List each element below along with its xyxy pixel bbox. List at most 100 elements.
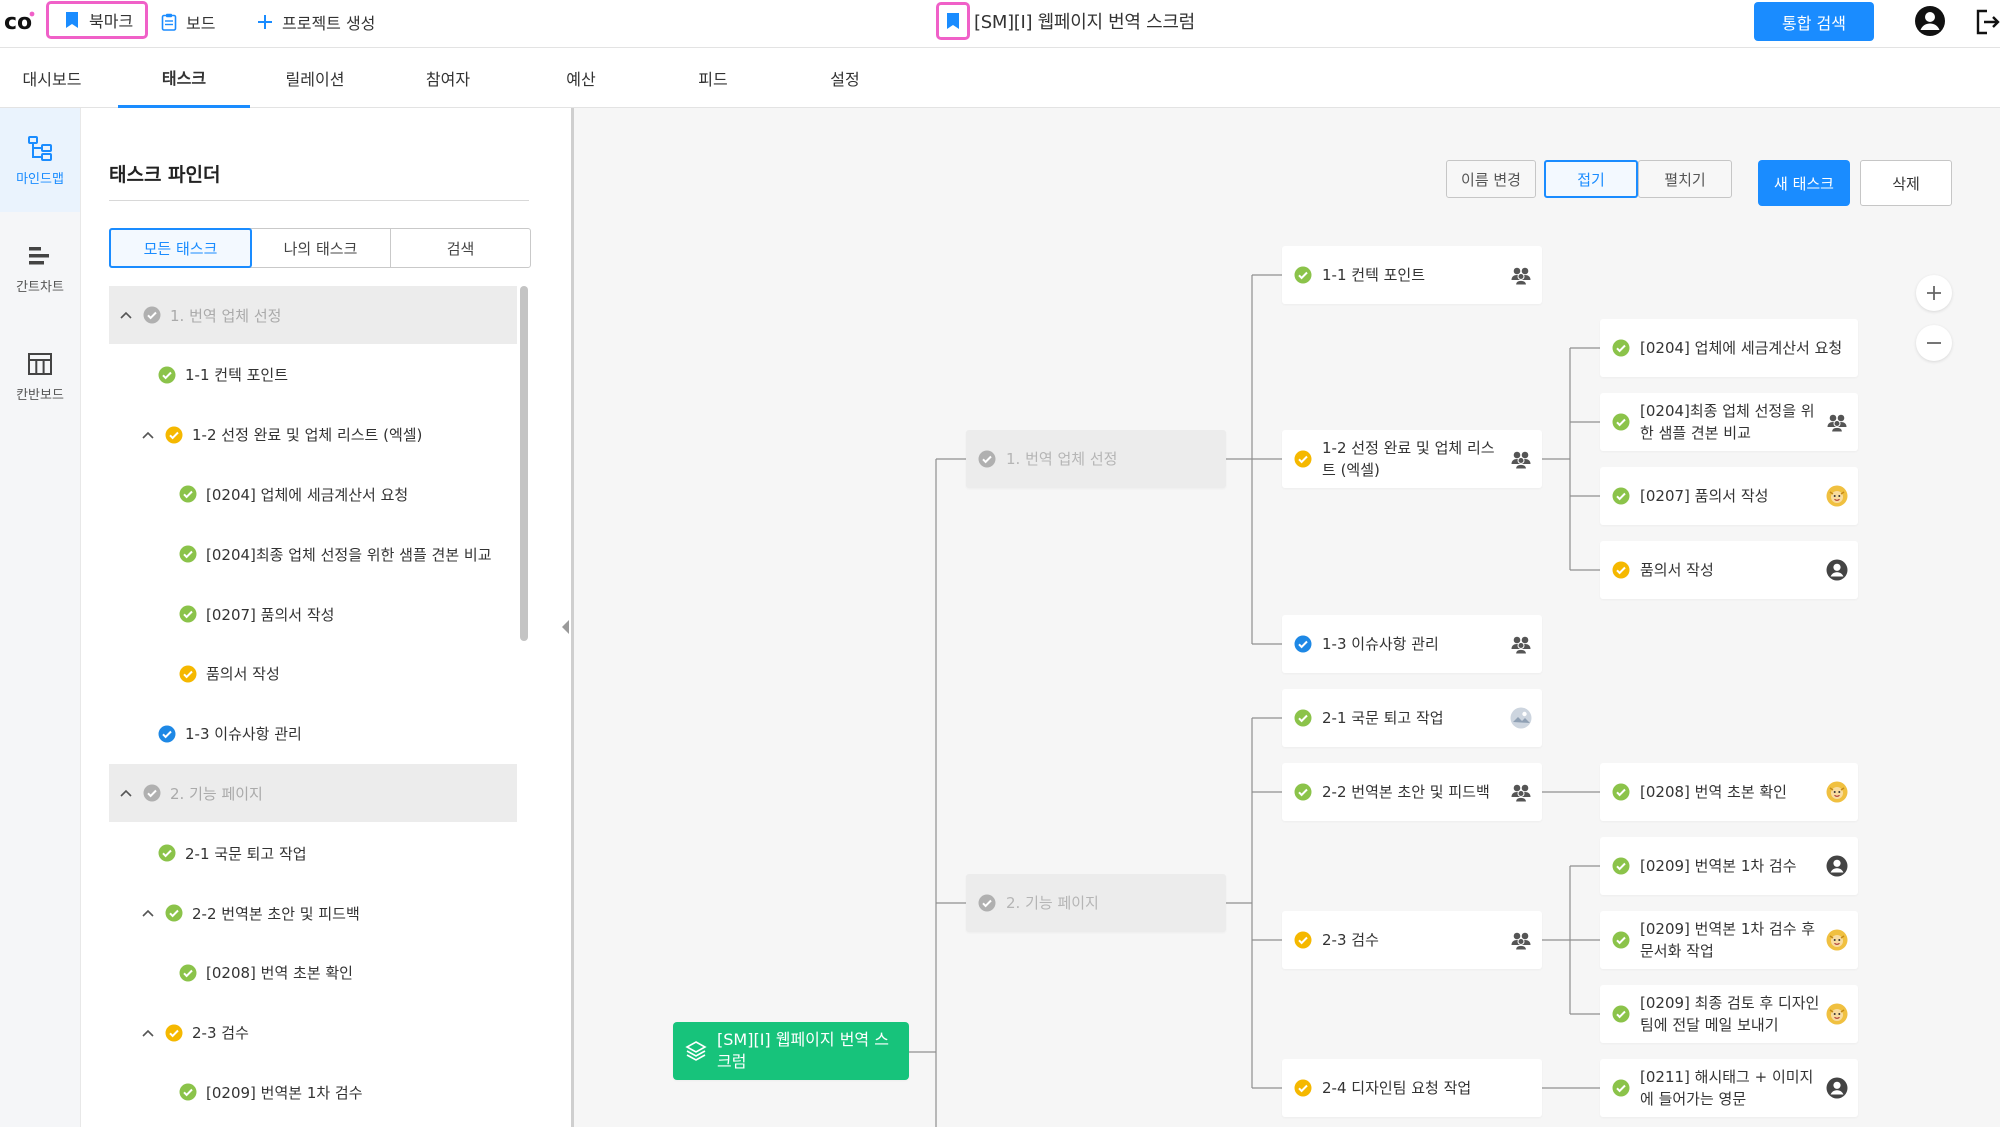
- tree-row-label: 1-1 컨텍 포인트: [185, 366, 289, 385]
- mindmap-task-node[interactable]: 2-1 국문 퇴고 작업: [1282, 689, 1542, 747]
- node-label: 1-1 컨텍 포인트: [1322, 266, 1426, 284]
- filter-my-tasks[interactable]: 나의 태스크: [251, 229, 391, 267]
- tree-task-row[interactable]: 1-2 선정 완료 및 업체 리스트 (엑셀): [109, 406, 517, 464]
- status-check-icon: [1294, 783, 1312, 801]
- chevron-up-icon[interactable]: [119, 308, 133, 322]
- mindmap-task-node[interactable]: 2-4 디자인팀 요청 작업: [1282, 1059, 1542, 1117]
- mindmap-task-node[interactable]: 1-3 이슈사항 관리: [1282, 615, 1542, 673]
- tree-group-row[interactable]: 1. 번역 업체 선정: [109, 286, 517, 344]
- tree-task-row[interactable]: 품의서 작성: [109, 645, 517, 703]
- mindmap-task-node[interactable]: 2-3 검수: [1282, 911, 1542, 969]
- chevron-up-icon[interactable]: [141, 906, 155, 920]
- collapse-button[interactable]: 접기: [1544, 160, 1638, 198]
- user-avatar-icon: [1826, 559, 1848, 581]
- bookmark-label: 북마크: [89, 12, 134, 31]
- status-check-icon: [165, 1024, 183, 1042]
- new-task-button[interactable]: 새 태스크: [1758, 160, 1850, 206]
- status-check-icon: [179, 665, 197, 683]
- rail-item-gantt[interactable]: 간트차트: [0, 216, 80, 320]
- project-title: [SM][I] 웹페이지 번역 스크럼: [974, 12, 1195, 33]
- mindmap-subtask-node[interactable]: 품의서 작성: [1600, 541, 1858, 599]
- create-project-button[interactable]: 프로젝트 생성: [256, 6, 375, 38]
- filter-all-tasks[interactable]: 모든 태스크: [109, 228, 252, 268]
- status-check-icon: [158, 725, 176, 743]
- tab-feed[interactable]: 피드: [660, 48, 766, 108]
- mindmap-subtask-node[interactable]: [0204] 업체에 세금계산서 요청: [1600, 319, 1858, 377]
- chevron-up-icon[interactable]: [119, 786, 133, 800]
- node-label: 2-3 검수: [1322, 931, 1379, 949]
- user-profile-icon[interactable]: [1914, 5, 1946, 37]
- node-label: 1-3 이슈사항 관리: [1322, 635, 1439, 653]
- tree-task-row[interactable]: [0204] 업체에 세금계산서 요청: [109, 465, 517, 523]
- mindmap-task-node[interactable]: 2-2 번역본 초안 및 피드백: [1282, 763, 1542, 821]
- rename-button[interactable]: 이름 변경: [1446, 160, 1536, 198]
- tab-dashboard[interactable]: 대시보드: [0, 48, 104, 108]
- group-icon: [1827, 414, 1847, 433]
- zoom-out-button[interactable]: [1916, 325, 1952, 361]
- tree-scrollbar-thumb[interactable]: [520, 286, 528, 641]
- tab-budget[interactable]: 예산: [528, 48, 634, 108]
- node-label: [0204]최종 업체 선정을 위한 샘플 견본 비교: [1640, 402, 1815, 442]
- status-check-icon: [1612, 857, 1630, 875]
- tree-task-row[interactable]: [0209] 번역본 1차 검수: [109, 1063, 517, 1121]
- node-label: 2-4 디자인팀 요청 작업: [1322, 1079, 1472, 1097]
- mindmap-subtask-node[interactable]: [0204]최종 업체 선정을 위한 샘플 견본 비교: [1600, 393, 1858, 451]
- tab-relations[interactable]: 릴레이션: [262, 48, 368, 108]
- tree-task-row[interactable]: [0207] 품의서 작성: [109, 585, 517, 643]
- status-check-icon: [1612, 1005, 1630, 1023]
- tab-settings[interactable]: 설정: [792, 48, 898, 108]
- tab-tasks[interactable]: 태스크: [118, 48, 250, 108]
- delete-button[interactable]: 삭제: [1860, 160, 1952, 206]
- expand-button[interactable]: 펼치기: [1638, 160, 1732, 198]
- status-check-icon: [1612, 339, 1630, 357]
- node-label: [0209] 번역본 1차 검수 후 문서화 작업: [1640, 920, 1816, 960]
- tree-group-row[interactable]: 2. 기능 페이지: [109, 764, 517, 823]
- status-check-icon: [165, 426, 183, 444]
- tree-task-row[interactable]: [0204]최종 업체 선정을 위한 샘플 견본 비교: [109, 525, 517, 583]
- mindmap-subtask-node[interactable]: [0207] 품의서 작성: [1600, 467, 1858, 525]
- tree-task-row[interactable]: 2-1 국문 퇴고 작업: [109, 824, 517, 882]
- tree-row-label: [0204]최종 업체 선정을 위한 샘플 견본 비교: [206, 545, 492, 564]
- tree-task-row[interactable]: 2-3 검수: [109, 1004, 517, 1062]
- tree-task-row[interactable]: 1-1 컨텍 포인트: [109, 346, 517, 404]
- clipboard-icon: [160, 13, 178, 31]
- board-menu-button[interactable]: 보드: [160, 6, 215, 38]
- bookmark-menu-button[interactable]: 북마크: [46, 1, 148, 39]
- mindmap-subtask-node[interactable]: [0208] 번역 초본 확인: [1600, 763, 1858, 821]
- filter-search[interactable]: 검색: [391, 229, 530, 267]
- mindmap-subtask-node[interactable]: [0209] 번역본 1차 검수: [1600, 837, 1858, 895]
- chevron-up-icon[interactable]: [141, 1026, 155, 1040]
- tree-row-label: 1-2 선정 완료 및 업체 리스트 (엑셀): [192, 426, 423, 445]
- tree-task-row[interactable]: [0208] 번역 초본 확인: [109, 944, 517, 1002]
- group-icon: [1511, 784, 1531, 803]
- mindmap-task-node[interactable]: 1-1 컨텍 포인트: [1282, 246, 1542, 304]
- mindmap-subtask-node[interactable]: [0211] 해시태그 + 이미지에 들어가는 영문: [1600, 1059, 1858, 1117]
- status-check-icon: [179, 964, 197, 982]
- task-finder-panel: 태스크 파인더 모든 태스크 나의 태스크 검색 1. 번역 업체 선정 1-1 …: [81, 108, 571, 1127]
- collapse-panel-icon[interactable]: [560, 618, 570, 636]
- top-bar: co 북마크 보드 프로젝트 생성 [SM][I] 웹페이지 번역 스크럼 통합…: [0, 0, 2000, 48]
- mindmap-group-node[interactable]: 2. 기능 페이지: [966, 874, 1226, 932]
- node-label: [0209] 최종 검토 후 디자인팀에 전달 메일 보내기: [1640, 994, 1820, 1034]
- status-check-icon: [1294, 450, 1312, 468]
- project-bookmark-icon[interactable]: [936, 2, 970, 40]
- rail-label-kanban: 칸반보드: [16, 387, 64, 403]
- task-filter-segment: 모든 태스크 나의 태스크 검색: [109, 228, 531, 268]
- chevron-up-icon[interactable]: [141, 428, 155, 442]
- mindmap-subtask-node[interactable]: [0209] 번역본 1차 검수 후 문서화 작업: [1600, 911, 1858, 969]
- rail-item-mindmap[interactable]: 마인드맵: [0, 108, 80, 212]
- tab-participants[interactable]: 참여자: [395, 48, 501, 108]
- zoom-in-button[interactable]: [1916, 275, 1952, 311]
- tree-task-row[interactable]: 1-3 이슈사항 관리: [109, 705, 517, 763]
- root-node-label: [SM][I] 웹페이지 번역 스크럼: [717, 1030, 889, 1071]
- rail-item-kanban[interactable]: 칸반보드: [0, 324, 80, 428]
- logout-icon[interactable]: [1974, 8, 2000, 36]
- mindmap-subtask-node[interactable]: [0209] 최종 검토 후 디자인팀에 전달 메일 보내기: [1600, 985, 1858, 1043]
- mindmap-group-node[interactable]: 1. 번역 업체 선정: [966, 430, 1226, 488]
- global-search-button[interactable]: 통합 검색: [1754, 2, 1874, 41]
- mindmap-task-node[interactable]: 1-2 선정 완료 및 업체 리스트 (엑셀): [1282, 430, 1542, 488]
- mindmap-root-node[interactable]: [SM][I] 웹페이지 번역 스크럼: [673, 1022, 909, 1080]
- app-logo-icon[interactable]: co: [4, 8, 36, 34]
- tree-task-row[interactable]: 2-2 번역본 초안 및 피드백: [109, 884, 517, 942]
- plus-icon: [256, 13, 274, 31]
